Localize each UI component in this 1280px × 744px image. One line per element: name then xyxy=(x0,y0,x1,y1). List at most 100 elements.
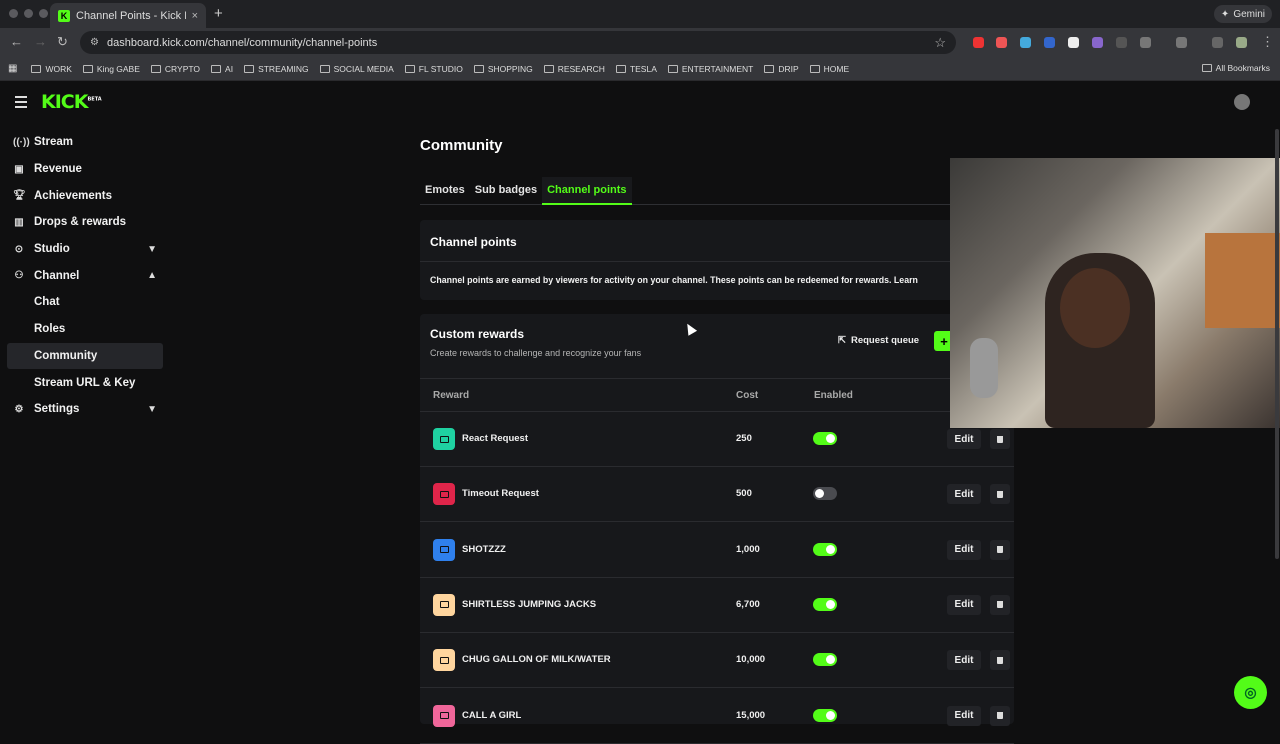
edit-button[interactable]: Edit xyxy=(947,594,981,615)
extension-icon[interactable] xyxy=(1044,37,1055,48)
enabled-toggle[interactable] xyxy=(813,653,837,667)
sidebar-item-achievements[interactable]: 🏆︎ Achievements xyxy=(7,182,163,209)
delete-icon[interactable] xyxy=(990,705,1010,726)
channel-points-heading: Channel points xyxy=(430,235,517,249)
folder-icon xyxy=(764,64,775,73)
extension-icon[interactable] xyxy=(1092,37,1103,48)
tab-sub-badges[interactable]: Sub badges xyxy=(470,177,542,205)
tab-close-icon[interactable]: × xyxy=(192,10,198,22)
help-chat-button[interactable]: ◎ xyxy=(1234,676,1267,709)
bookmark-folder[interactable]: WORK xyxy=(31,64,72,74)
profile-icon[interactable] xyxy=(1236,37,1247,48)
bookmark-folder[interactable]: TESLA xyxy=(615,64,657,74)
delete-icon[interactable] xyxy=(990,484,1010,505)
browser-tab[interactable]: K Channel Points - Kick Dashbo × xyxy=(50,3,206,28)
sidebar-item-drops-rewards[interactable]: ▥ Drops & rewards xyxy=(7,209,163,236)
folder-icon xyxy=(473,64,484,73)
reward-icon xyxy=(433,704,455,727)
scrollbar[interactable] xyxy=(1275,129,1279,559)
sidebar-item-studio[interactable]: ⊙ Studio ▼ xyxy=(7,236,163,263)
bookmark-folder[interactable]: FL STUDIO xyxy=(404,64,463,74)
extension-icon[interactable] xyxy=(1068,37,1079,48)
sidebar-item-roles[interactable]: Roles xyxy=(7,316,163,343)
enabled-toggle[interactable] xyxy=(813,432,837,445)
close-window-button[interactable] xyxy=(9,9,18,18)
address-bar[interactable]: ⚙ dashboard.kick.com/channel/community/c… xyxy=(80,31,956,54)
edit-button[interactable]: Edit xyxy=(947,650,981,671)
delete-icon[interactable] xyxy=(990,650,1010,671)
enabled-toggle[interactable] xyxy=(813,597,837,611)
puzzle-icon[interactable] xyxy=(1140,37,1151,48)
request-queue-button[interactable]: ⇱ Request queue xyxy=(838,335,919,346)
edit-button[interactable]: Edit xyxy=(947,539,981,560)
all-bookmarks[interactable]: All Bookmarks xyxy=(1201,63,1270,73)
streamer-head xyxy=(1060,268,1130,348)
sidebar-item-revenue[interactable]: ▣ Revenue xyxy=(7,156,163,183)
extension-icon[interactable] xyxy=(973,37,984,48)
extension-icon[interactable] xyxy=(996,37,1007,48)
bookmark-folder[interactable]: SOCIAL MEDIA xyxy=(319,64,394,74)
tab-emotes[interactable]: Emotes xyxy=(420,177,470,205)
bookmark-folder[interactable]: King GABE xyxy=(82,64,140,74)
reload-icon[interactable]: ↻ xyxy=(57,34,68,50)
bookmark-folder[interactable]: HOME xyxy=(809,64,849,74)
sidebar-item-stream[interactable]: ((·)) Stream xyxy=(7,129,163,156)
tab-channel-points[interactable]: Channel points xyxy=(542,177,632,205)
table-row: CHUG GALLON OF MILK/WATER 10,000 Edit xyxy=(420,633,1014,689)
gemini-button[interactable]: ✦ Gemini xyxy=(1213,5,1272,23)
bookmark-folder[interactable]: ENTERTAINMENT xyxy=(667,64,753,74)
bookmark-folder[interactable]: AI xyxy=(211,64,233,74)
bookmarks-bar: ▦ WORK King GABE CRYPTO AI STREAMING SOC… xyxy=(0,57,1280,81)
sidebar-item-stream-url-key[interactable]: Stream URL & Key xyxy=(7,369,163,396)
reading-list-icon[interactable] xyxy=(1212,37,1223,48)
page-title: Community xyxy=(420,137,503,154)
site-settings-icon[interactable]: ⚙ xyxy=(90,37,99,48)
apps-grid-icon[interactable]: ▦ xyxy=(8,63,17,74)
reward-name: CHUG GALLON OF MILK/WATER xyxy=(462,654,611,666)
table-row: React Request 250 Edit xyxy=(420,412,1014,467)
kick-logo[interactable]: KICKBETA xyxy=(41,91,102,113)
folder-icon xyxy=(404,64,415,73)
folder-icon xyxy=(809,64,820,73)
avatar[interactable] xyxy=(1234,94,1250,110)
delete-icon[interactable] xyxy=(990,539,1010,560)
maximize-window-button[interactable] xyxy=(39,9,48,18)
dashboard-page: KICKBETA ((·)) Stream ▣ Revenue 🏆︎ Achievem… xyxy=(0,81,1280,744)
sidebar-item-settings[interactable]: ⚙ Settings ▼ xyxy=(7,396,163,423)
sparkle-icon: ✦ xyxy=(1220,8,1230,20)
bookmark-folder[interactable]: CRYPTO xyxy=(150,64,200,74)
back-icon[interactable]: ← xyxy=(10,34,23,49)
forward-icon[interactable]: → xyxy=(34,34,47,49)
minimize-window-button[interactable] xyxy=(24,9,33,18)
gear-icon: ⚙ xyxy=(14,403,24,415)
broadcast-icon: ((·)) xyxy=(13,136,30,148)
delete-icon[interactable] xyxy=(990,429,1010,449)
enabled-toggle[interactable] xyxy=(813,487,837,501)
reward-icon xyxy=(433,649,455,672)
hamburger-menu-icon[interactable] xyxy=(15,96,27,111)
delete-icon[interactable] xyxy=(990,594,1010,615)
tab-title: Channel Points - Kick Dashbo xyxy=(76,9,186,22)
enabled-toggle[interactable] xyxy=(813,542,837,556)
cast-icon[interactable] xyxy=(1176,37,1187,48)
bookmark-folder[interactable]: DRIP xyxy=(764,64,799,74)
bookmark-folder[interactable]: RESEARCH xyxy=(543,64,605,74)
bookmark-folder[interactable]: STREAMING xyxy=(244,64,309,74)
reward-name: SHOTZZZ xyxy=(462,543,506,555)
webcam-overlay xyxy=(950,158,1280,428)
edit-button[interactable]: Edit xyxy=(947,429,981,449)
extension-icon[interactable] xyxy=(1116,37,1127,48)
bookmark-star-icon[interactable]: ☆ xyxy=(934,35,946,51)
reward-icon xyxy=(433,483,455,506)
edit-button[interactable]: Edit xyxy=(947,705,981,726)
sidebar-item-community[interactable]: Community xyxy=(7,342,163,370)
more-menu-icon[interactable]: ⋮ xyxy=(1261,34,1274,50)
external-link-icon: ⇱ xyxy=(838,335,846,346)
sidebar-item-chat[interactable]: Chat xyxy=(7,289,163,316)
edit-button[interactable]: Edit xyxy=(947,484,981,505)
reward-cost: 6,700 xyxy=(736,598,760,610)
new-tab-button[interactable]: + xyxy=(214,5,223,22)
sidebar-item-channel[interactable]: ⚇ Channel ▲ xyxy=(7,262,163,289)
bookmark-folder[interactable]: SHOPPING xyxy=(473,64,533,74)
extension-icon[interactable] xyxy=(1020,37,1031,48)
